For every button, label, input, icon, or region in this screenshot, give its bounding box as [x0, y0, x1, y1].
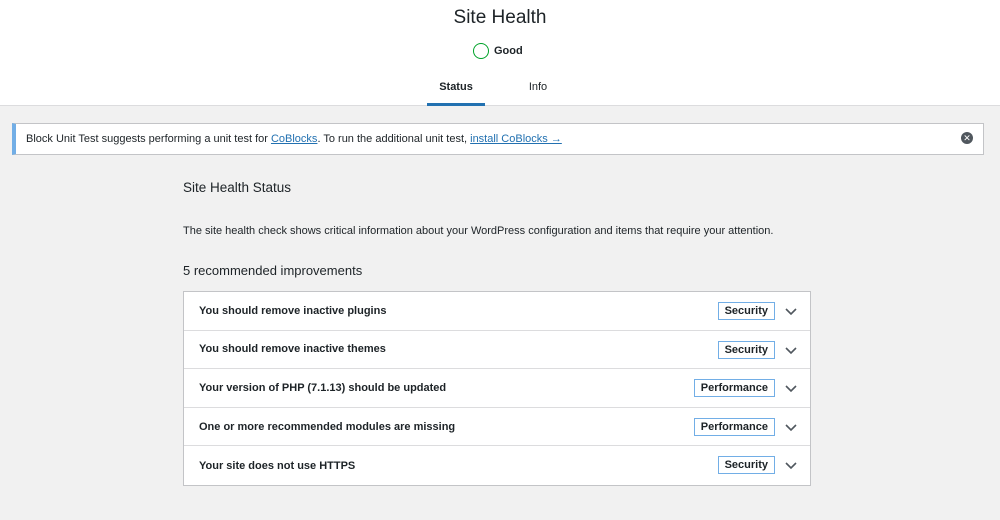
issue-badge: Security	[717, 340, 775, 359]
page-title: Site Health	[453, 7, 547, 28]
tabs-nav: Status Info	[0, 72, 1000, 106]
issue-row-inactive-themes[interactable]: You should remove inactive themes Securi…	[184, 331, 810, 370]
tab-info[interactable]: Info	[514, 72, 562, 106]
issue-label: You should remove inactive themes	[199, 343, 386, 356]
coblocks-link[interactable]: CoBlocks	[271, 133, 317, 145]
chevron-down-icon[interactable]	[784, 343, 798, 357]
admin-notice: Block Unit Test suggests performing a un…	[12, 123, 984, 155]
issue-row-https[interactable]: Your site does not use HTTPS Security	[184, 446, 810, 485]
section-title: Site Health Status	[183, 180, 292, 195]
issue-badge: Security	[717, 302, 775, 320]
issue-badge: Security	[717, 456, 775, 475]
install-coblocks-link[interactable]: install CoBlocks →	[470, 133, 562, 145]
tab-status[interactable]: Status	[427, 72, 485, 106]
chevron-down-icon[interactable]	[784, 381, 798, 395]
issue-label: You should remove inactive plugins	[199, 304, 387, 317]
issue-row-missing-modules[interactable]: One or more recommended modules are miss…	[184, 408, 810, 447]
notice-text-before: Block Unit Test suggests performing a un…	[26, 133, 271, 145]
health-rating: Good	[473, 43, 523, 59]
chevron-down-icon[interactable]	[784, 458, 798, 472]
section-description: The site health check shows critical inf…	[183, 225, 774, 237]
issue-badge: Performance	[693, 379, 775, 398]
issue-label: One or more recommended modules are miss…	[199, 420, 456, 433]
health-progress-circle-icon	[473, 43, 489, 59]
chevron-down-icon[interactable]	[784, 420, 798, 434]
improvements-heading: 5 recommended improvements	[183, 263, 363, 278]
page-header: Site Health Good Status Info	[0, 0, 1000, 106]
issue-label: Your version of PHP (7.1.13) should be u…	[199, 381, 447, 394]
dismiss-icon[interactable]: ✕	[961, 132, 973, 144]
issue-badge: Performance	[693, 417, 775, 436]
issue-row-php-version[interactable]: Your version of PHP (7.1.13) should be u…	[184, 369, 810, 408]
health-rating-label: Good	[494, 45, 523, 57]
issue-label: Your site does not use HTTPS	[199, 459, 356, 472]
chevron-down-icon[interactable]	[784, 304, 798, 318]
issues-list: You should remove inactive plugins Secur…	[183, 291, 811, 486]
notice-text-middle: . To run the additional unit test,	[317, 133, 471, 145]
issue-row-inactive-plugins[interactable]: You should remove inactive plugins Secur…	[184, 292, 810, 331]
